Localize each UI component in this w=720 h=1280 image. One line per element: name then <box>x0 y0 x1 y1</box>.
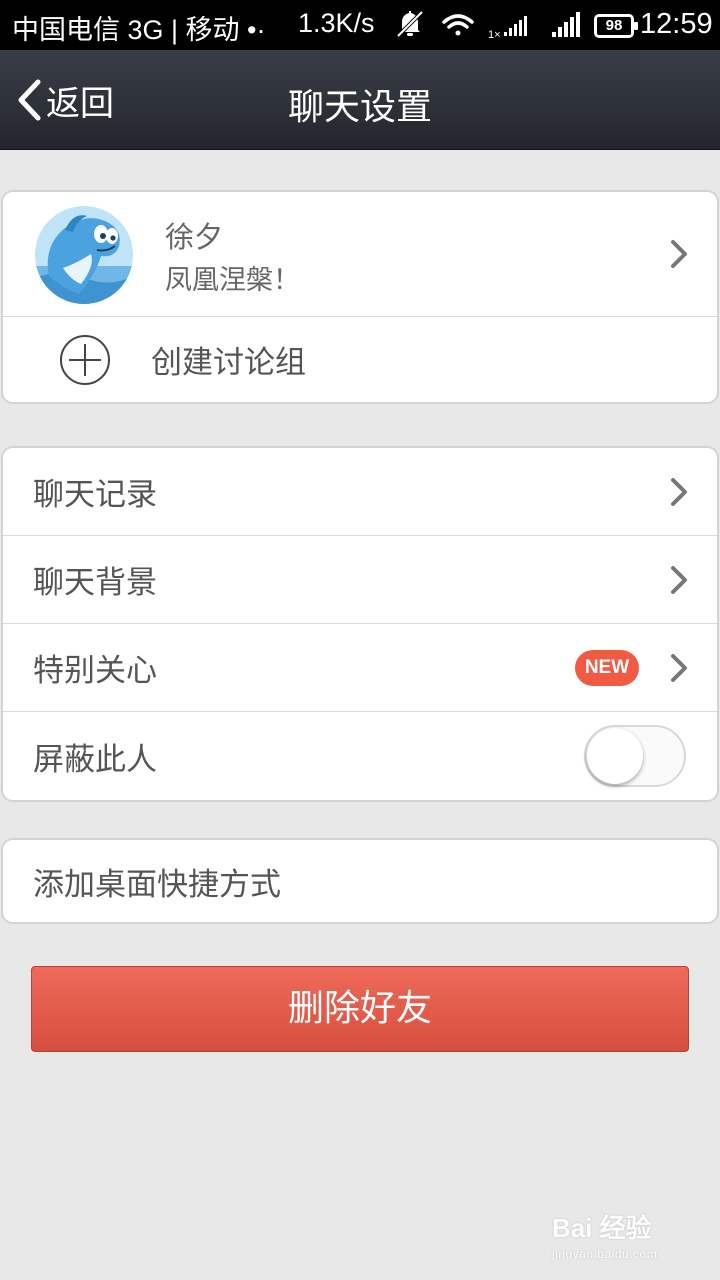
status-icons: 1× <box>396 10 580 41</box>
plus-circle-icon <box>60 335 110 385</box>
wifi-icon <box>442 14 474 36</box>
signal-icon <box>552 12 580 37</box>
profile-signature: 凤凰涅槃！ <box>165 265 300 296</box>
carrier-text: 中国电信 3G | 移动 •· <box>12 15 266 45</box>
page-title: 聊天设置 <box>287 87 432 128</box>
avatar <box>35 206 133 304</box>
chevron-right-icon <box>671 653 687 682</box>
special-care-label: 特别关心 <box>33 653 157 689</box>
add-shortcut-row[interactable]: 添加桌面快捷方式 <box>3 840 717 922</box>
add-shortcut-label: 添加桌面快捷方式 <box>33 866 281 903</box>
chevron-right-icon <box>671 477 687 506</box>
block-user-row: 屏蔽此人 <box>3 712 717 800</box>
title-bar: 返回 聊天设置 <box>0 50 720 150</box>
signal-1x-icon: 1× <box>488 16 527 41</box>
watermark-main: Bai 经验 <box>552 1213 652 1243</box>
special-care-row[interactable]: 特别关心 NEW <box>3 624 717 712</box>
dolphin-avatar-image <box>35 206 133 304</box>
chat-background-label: 聊天背景 <box>33 565 157 601</box>
baidu-watermark: Bai 经验 jingyan.baidu.com <box>552 1208 657 1261</box>
block-user-label: 屏蔽此人 <box>33 741 157 778</box>
network-speed: 1.3K/s <box>298 8 375 38</box>
profile-name: 徐夕 <box>165 220 224 254</box>
create-group-row[interactable]: 创建讨论组 <box>3 317 717 402</box>
block-user-toggle[interactable] <box>584 725 686 787</box>
chat-history-label: 聊天记录 <box>33 477 157 513</box>
profile-card: 徐夕 凤凰涅槃！ 创建讨论组 <box>1 190 719 404</box>
create-group-label: 创建讨论组 <box>151 345 306 381</box>
bell-off-icon <box>396 10 424 38</box>
chat-background-row[interactable]: 聊天背景 <box>3 536 717 624</box>
chevron-right-icon <box>671 565 687 594</box>
profile-row[interactable]: 徐夕 凤凰涅槃！ <box>3 192 717 317</box>
toggle-knob <box>587 728 643 784</box>
new-badge: NEW <box>575 649 639 686</box>
svg-text:1×: 1× <box>488 29 501 41</box>
delete-friend-button[interactable]: 删除好友 <box>31 966 689 1052</box>
shortcut-card: 添加桌面快捷方式 <box>1 838 719 924</box>
battery-icon: 98 <box>594 14 638 38</box>
clock: 12:59 <box>640 8 713 40</box>
status-bar: 中国电信 3G | 移动 •· 1.3K/s 1× 98 12:59 <box>0 0 720 50</box>
chat-history-row[interactable]: 聊天记录 <box>3 448 717 536</box>
watermark-sub: jingyan.baidu.com <box>552 1247 658 1261</box>
settings-card: 聊天记录 聊天背景 特别关心 NEW 屏蔽此人 <box>1 446 719 802</box>
chevron-right-icon <box>671 240 687 268</box>
